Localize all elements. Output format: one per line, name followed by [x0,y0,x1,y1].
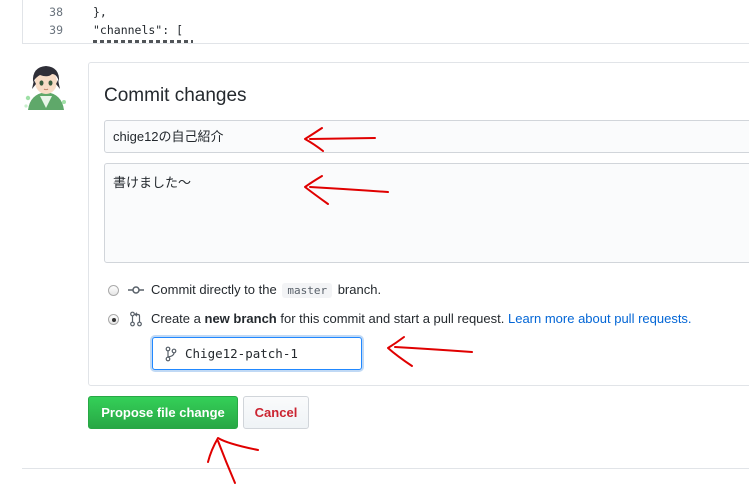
new-branch-bold: new branch [204,311,277,326]
line-number: 39 [49,23,63,37]
branch-name-input[interactable]: Chige12-patch-1 [152,337,362,370]
git-commit-icon [128,283,144,302]
commit-directly-label: Commit directly to the master branch. [151,282,381,298]
learn-more-link[interactable]: Learn more about pull requests. [508,311,692,326]
annotation-arrow [207,437,259,484]
new-branch-prefix: Create a [151,311,201,326]
commit-description-input[interactable]: 書けました～ [104,163,749,263]
line-number: 38 [49,5,63,19]
code-text: }, [93,5,107,19]
commit-title: Commit changes [104,85,247,106]
git-branch-icon [165,346,177,367]
propose-file-change-button[interactable]: Propose file change [88,396,238,429]
commit-directly-radio[interactable] [108,285,119,296]
git-pull-request-icon [130,311,142,332]
master-branch-tag: master [282,283,333,298]
new-branch-suffix: for this commit and start a pull request… [280,311,505,326]
branch-name-value: Chige12-patch-1 [185,346,298,361]
new-branch-radio[interactable] [108,314,119,325]
code-editor: 38 }, 39 "channels": [ [22,0,749,44]
commit-summary-input[interactable]: chige12の自己紹介 [104,120,749,153]
avatar [22,62,70,110]
code-line-partial [93,39,213,43]
commit-directly-prefix: Commit directly to the [151,282,277,297]
commit-directly-suffix: branch. [337,282,382,297]
code-text: "channels": [ [93,23,184,37]
bottom-divider [22,468,749,469]
cancel-button[interactable]: Cancel [243,396,309,429]
new-branch-label: Create a new branch for this commit and … [151,311,692,326]
